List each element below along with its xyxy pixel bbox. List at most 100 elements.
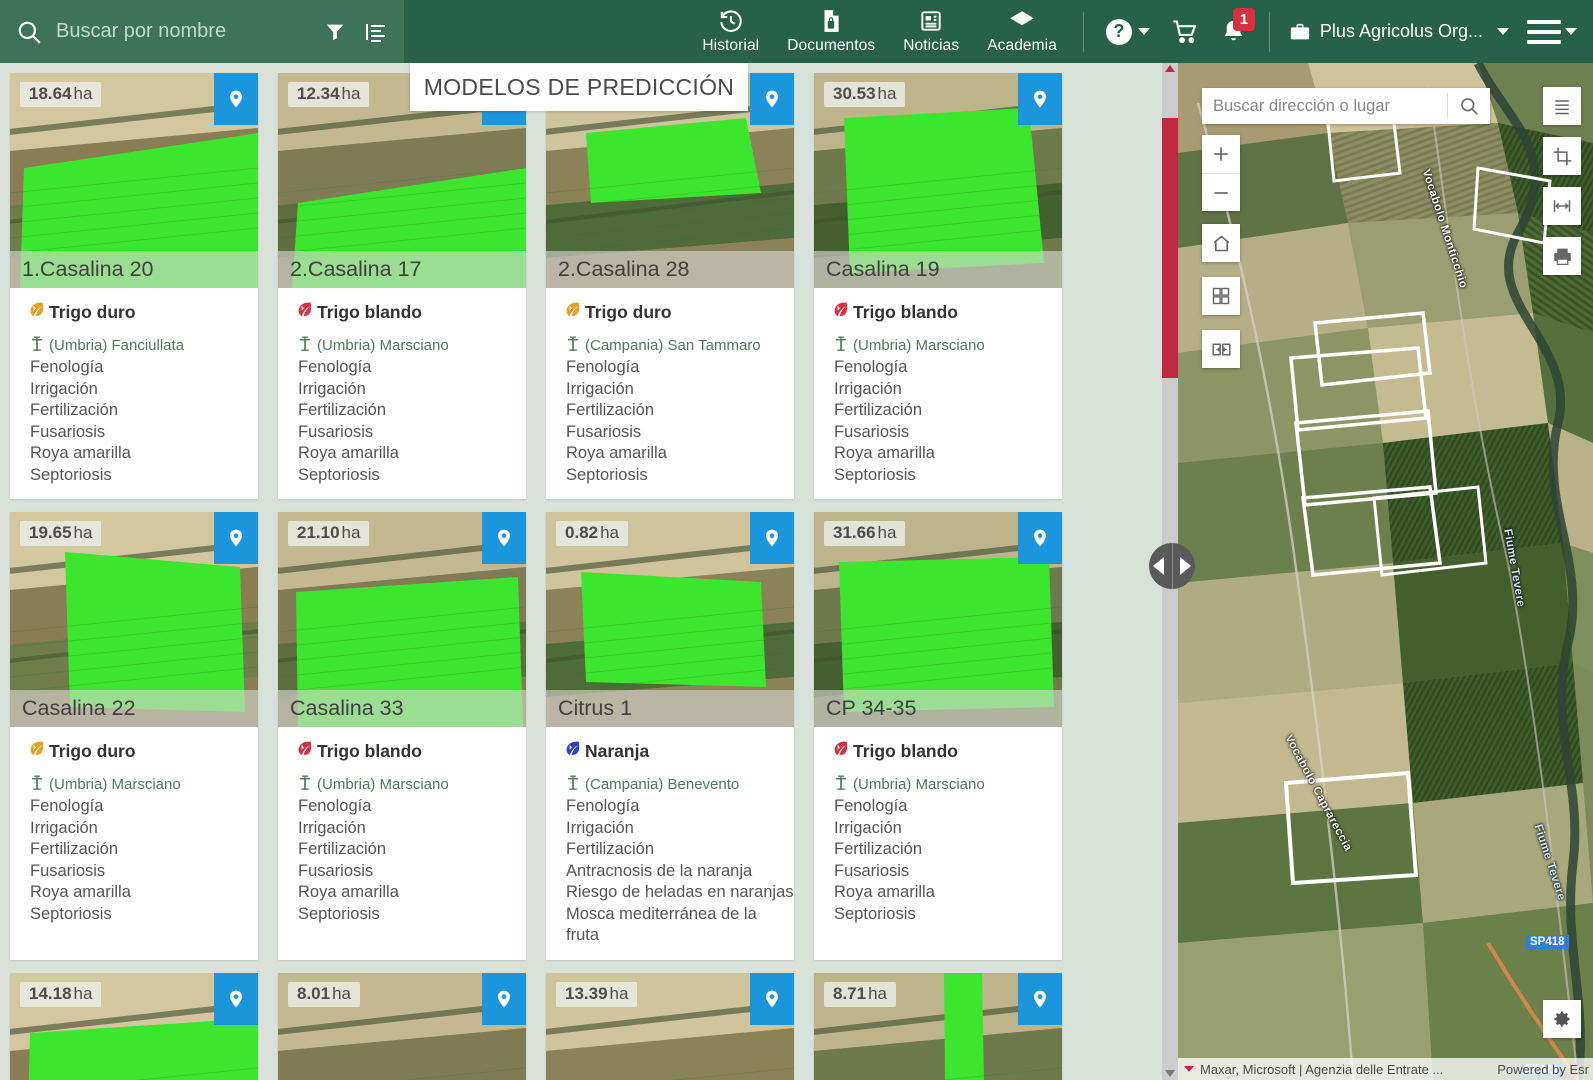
prediction-model-item[interactable]: Antracnosis de la naranja bbox=[564, 861, 794, 883]
field-thumbnail[interactable]: 19.65 ha Casalina 22 bbox=[10, 512, 258, 727]
map-search-icon[interactable] bbox=[1448, 96, 1490, 116]
search-icon[interactable] bbox=[14, 17, 44, 47]
prediction-model-item[interactable]: Fertilización bbox=[564, 400, 794, 422]
menu-button[interactable] bbox=[1527, 19, 1561, 44]
field-card[interactable]: 21.10ha Casalina 33 Trigo blando (Umbri bbox=[278, 512, 526, 960]
zoom-in-button[interactable] bbox=[1202, 135, 1240, 173]
nav-item-historial[interactable]: Historial bbox=[688, 0, 773, 63]
prediction-model-item[interactable]: Irrigación bbox=[28, 379, 258, 401]
prediction-model-item[interactable]: Fenología bbox=[564, 357, 794, 379]
prediction-model-item[interactable]: Fertilización bbox=[28, 400, 258, 422]
prediction-model-item[interactable]: Fenología bbox=[564, 796, 794, 818]
prediction-model-item[interactable]: Irrigación bbox=[564, 818, 794, 840]
attribution-toggle-icon[interactable] bbox=[1184, 1066, 1194, 1072]
prediction-model-item[interactable]: Irrigación bbox=[296, 379, 526, 401]
field-card[interactable]: 18.64ha 1.Casalina 20 Trigo duro (Umbri bbox=[10, 73, 258, 499]
prediction-model-item[interactable]: Fertilización bbox=[564, 839, 794, 861]
prediction-model-item[interactable]: Roya amarilla bbox=[832, 882, 1062, 904]
prediction-model-item[interactable]: Irrigación bbox=[564, 379, 794, 401]
prediction-model-item[interactable]: Riesgo de heladas en naranjas bbox=[564, 882, 794, 904]
chevron-left-icon[interactable] bbox=[1153, 557, 1164, 575]
locate-field-button[interactable] bbox=[214, 512, 258, 564]
map-search-box[interactable] bbox=[1202, 88, 1490, 124]
locate-field-button[interactable] bbox=[750, 512, 794, 564]
prediction-model-item[interactable]: Fertilización bbox=[296, 839, 526, 861]
prediction-model-item[interactable]: Fusariosis bbox=[564, 422, 794, 444]
prediction-model-item[interactable]: Roya amarilla bbox=[564, 443, 794, 465]
prediction-model-item[interactable]: Fusariosis bbox=[832, 422, 1062, 444]
help-button[interactable]: ? bbox=[1096, 0, 1160, 63]
prediction-model-item[interactable]: Irrigación bbox=[832, 818, 1062, 840]
organization-selector[interactable]: Plus Agricolus Org... bbox=[1282, 21, 1515, 43]
prediction-model-item[interactable]: Fenología bbox=[832, 796, 1062, 818]
crop-tool-icon[interactable] bbox=[1543, 137, 1581, 175]
field-thumbnail[interactable]: 14.18 ha bbox=[10, 972, 258, 1080]
field-card[interactable]: 12.34ha 2.Casalina 17 Trigo blando (Umb bbox=[278, 73, 526, 499]
prediction-model-item[interactable]: Roya amarilla bbox=[28, 882, 258, 904]
field-card[interactable]: 19.65ha Casalina 22 Trigo duro (Umbria) bbox=[10, 512, 258, 960]
field-card[interactable]: 2.Casalina 28 Trigo duro (Campania) San … bbox=[546, 73, 794, 499]
locate-field-button[interactable] bbox=[750, 972, 794, 1025]
locate-field-button[interactable] bbox=[214, 972, 258, 1025]
locate-field-button[interactable] bbox=[1018, 512, 1062, 564]
field-thumbnail[interactable]: 13.39 ha bbox=[546, 972, 794, 1080]
shopping-cart-button[interactable] bbox=[1160, 0, 1210, 63]
prediction-model-item[interactable]: Fusariosis bbox=[296, 861, 526, 883]
prediction-model-item[interactable]: Irrigación bbox=[832, 379, 1062, 401]
prediction-model-item[interactable]: Fenología bbox=[28, 357, 258, 379]
scroll-up-arrow-icon[interactable] bbox=[1165, 65, 1175, 72]
locate-field-button[interactable] bbox=[1018, 73, 1062, 125]
prediction-model-item[interactable]: Roya amarilla bbox=[832, 443, 1062, 465]
prediction-model-item[interactable]: Roya amarilla bbox=[296, 882, 526, 904]
measure-icon[interactable] bbox=[1543, 187, 1581, 225]
search-input[interactable] bbox=[56, 20, 321, 43]
prediction-model-item[interactable]: Septoriosis bbox=[564, 465, 794, 487]
prediction-model-item[interactable]: Septoriosis bbox=[832, 904, 1062, 926]
grid-select-icon[interactable] bbox=[1202, 277, 1240, 315]
field-thumbnail[interactable]: 31.66 ha CP 34-35 bbox=[814, 512, 1062, 727]
scrollbar-thumb[interactable] bbox=[1162, 118, 1178, 378]
prediction-model-item[interactable]: Septoriosis bbox=[296, 465, 526, 487]
notifications-button[interactable]: 1 bbox=[1210, 0, 1257, 63]
locate-field-button[interactable] bbox=[482, 972, 526, 1025]
field-thumbnail[interactable]: 21.10 ha Casalina 33 bbox=[278, 512, 526, 727]
prediction-model-item[interactable]: Roya amarilla bbox=[28, 443, 258, 465]
prediction-model-item[interactable]: Fusariosis bbox=[296, 422, 526, 444]
prediction-model-item[interactable]: Fenología bbox=[832, 357, 1062, 379]
prediction-model-item[interactable]: Fertilización bbox=[832, 839, 1062, 861]
field-card[interactable]: 8.71 ha bbox=[814, 972, 1062, 1080]
map-search-input[interactable] bbox=[1202, 96, 1447, 116]
locate-field-button[interactable] bbox=[482, 512, 526, 564]
nav-item-documentos[interactable]: Documentos bbox=[773, 0, 889, 63]
field-card[interactable]: 31.66ha CP 34-35 Trigo blando (Umbria) bbox=[814, 512, 1062, 960]
field-thumbnail[interactable]: 8.71 ha bbox=[814, 972, 1062, 1080]
prediction-model-item[interactable]: Fenología bbox=[296, 796, 526, 818]
zoom-out-button[interactable] bbox=[1202, 173, 1240, 211]
prediction-model-item[interactable]: Fenología bbox=[296, 357, 526, 379]
locate-field-button[interactable] bbox=[214, 73, 258, 125]
prediction-model-item[interactable]: Fertilización bbox=[28, 839, 258, 861]
list-view-icon[interactable] bbox=[363, 13, 391, 51]
field-card[interactable]: 14.18 ha bbox=[10, 972, 258, 1080]
prediction-model-item[interactable]: Irrigación bbox=[296, 818, 526, 840]
field-card[interactable]: 8.01 ha bbox=[278, 972, 526, 1080]
filter-icon[interactable] bbox=[321, 13, 349, 51]
prediction-model-item[interactable]: Irrigación bbox=[28, 818, 258, 840]
map-panel[interactable]: Vocabolo Monticchio Vocabolo Caprareccia… bbox=[1178, 63, 1593, 1080]
legend-list-icon[interactable] bbox=[1543, 87, 1581, 125]
locate-field-button[interactable] bbox=[750, 73, 794, 125]
field-card[interactable]: 30.53ha Casalina 19 Trigo blando (Umbri bbox=[814, 73, 1062, 499]
prediction-model-item[interactable]: Fenología bbox=[28, 796, 258, 818]
prediction-model-item[interactable]: Fertilización bbox=[296, 400, 526, 422]
prediction-model-item[interactable]: Septoriosis bbox=[832, 465, 1062, 487]
prediction-model-item[interactable]: Mosca mediterránea de la fruta bbox=[564, 904, 794, 947]
prediction-model-item[interactable]: Septoriosis bbox=[28, 465, 258, 487]
panel-collapse-toggle[interactable] bbox=[1149, 543, 1195, 589]
prediction-model-item[interactable]: Septoriosis bbox=[28, 904, 258, 926]
field-thumbnail[interactable]: 30.53 ha Casalina 19 bbox=[814, 73, 1062, 288]
print-icon[interactable] bbox=[1543, 237, 1581, 275]
field-thumbnail[interactable]: 18.64 ha 1.Casalina 20 bbox=[10, 73, 258, 288]
prediction-model-item[interactable]: Septoriosis bbox=[296, 904, 526, 926]
field-card[interactable]: 13.39 ha bbox=[546, 972, 794, 1080]
swap-panel-icon[interactable] bbox=[1202, 330, 1240, 368]
